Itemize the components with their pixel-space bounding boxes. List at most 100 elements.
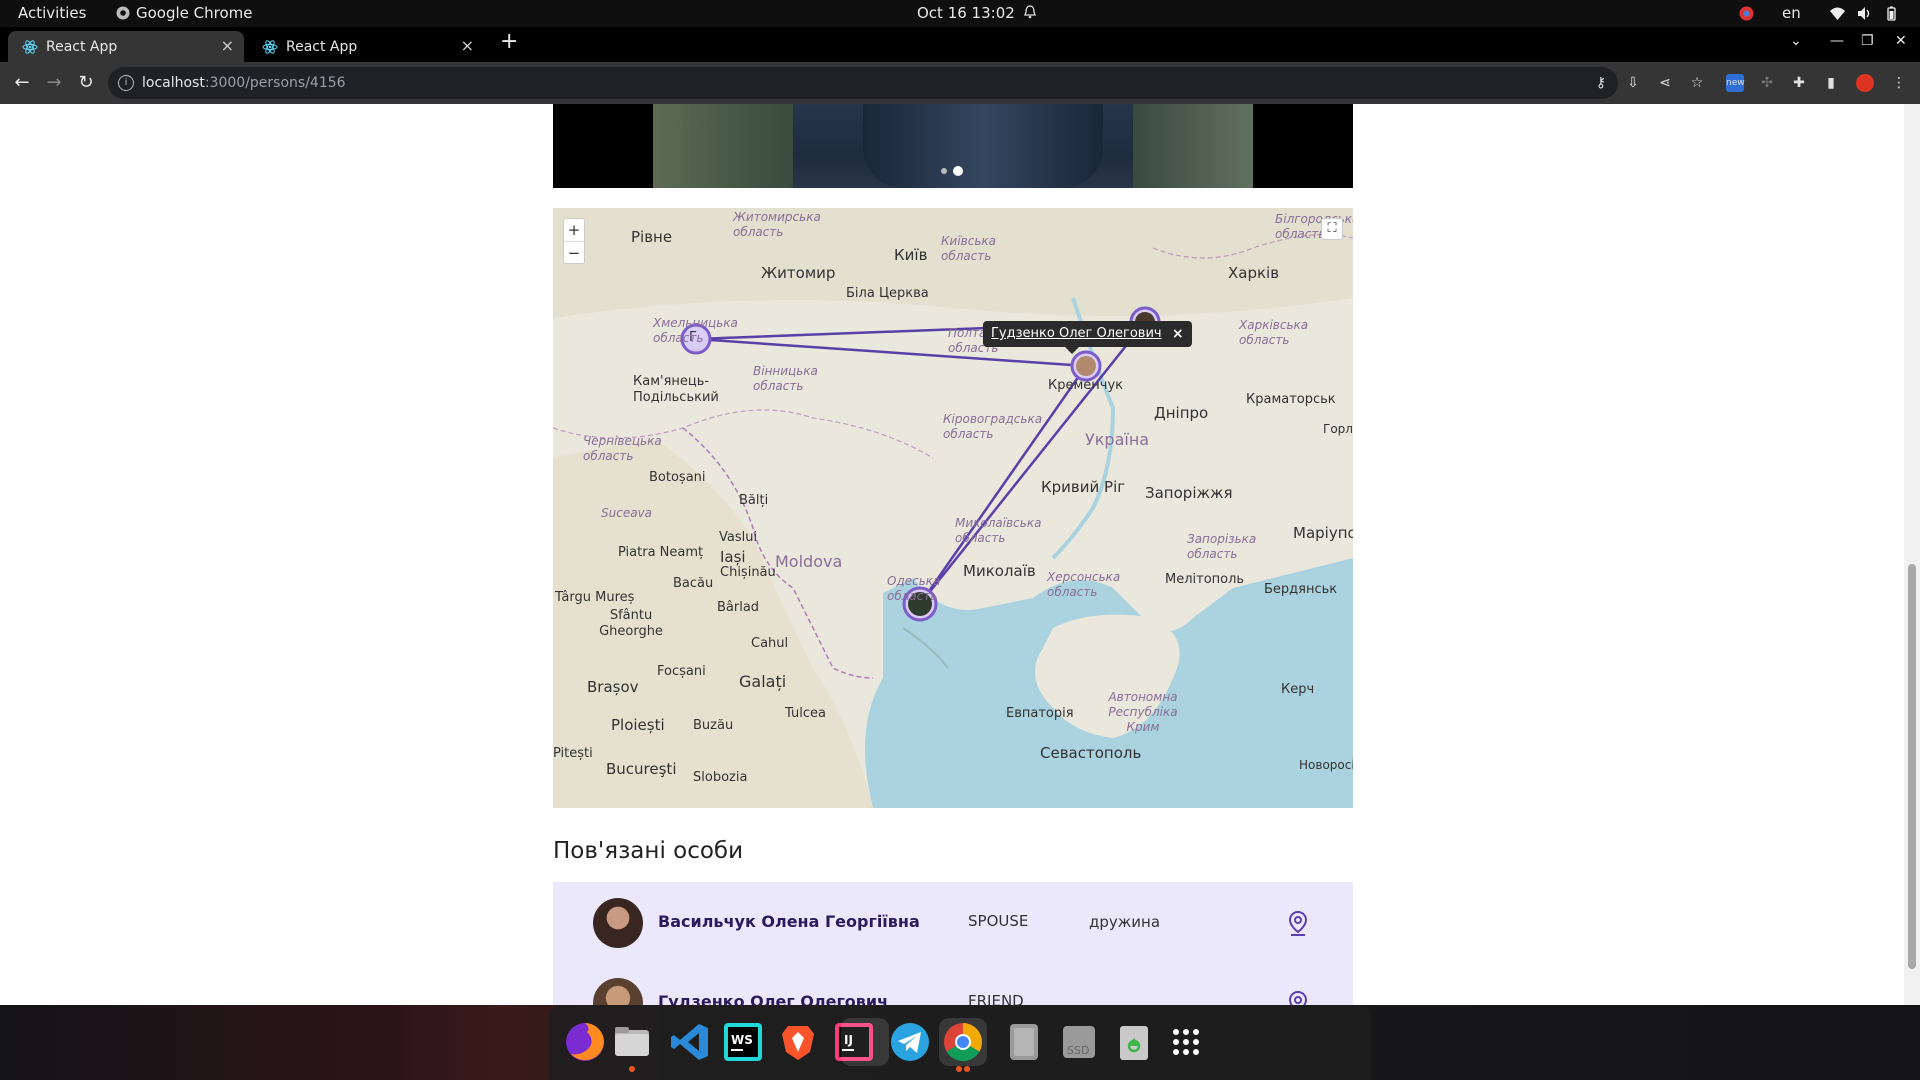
map-city-label: Slobozia xyxy=(693,770,748,785)
files-icon[interactable] xyxy=(608,1018,656,1072)
map-region-label: Вінницька область xyxy=(753,364,818,393)
relation-description: дружина xyxy=(1089,913,1161,931)
chrome-icon[interactable] xyxy=(939,1018,987,1072)
language-indicator[interactable]: en xyxy=(1782,4,1801,22)
telegram-icon[interactable] xyxy=(886,1018,934,1066)
tab-react-app-1[interactable]: React App × xyxy=(8,31,244,62)
fullscreen-button[interactable]: ⛶ xyxy=(1321,218,1343,240)
brave-icon[interactable] xyxy=(774,1018,822,1066)
map-region-label: Одеська область xyxy=(887,574,941,603)
map-city-label: Târgu Mureș xyxy=(555,590,635,605)
tab-search-icon[interactable]: ⌄ xyxy=(1790,33,1802,49)
map-city-label: Краматорськ xyxy=(1246,392,1336,407)
avatar xyxy=(593,898,643,948)
app-grid-icon[interactable] xyxy=(1162,1018,1210,1066)
map-city-label: Кривий Ріг xyxy=(1041,478,1126,496)
relations-map[interactable]: Г Рівне Житомир Київ Біла Церква Харків … xyxy=(553,208,1353,808)
side-panel-icon[interactable]: ▮ xyxy=(1822,74,1840,92)
password-key-icon[interactable]: ⚷ xyxy=(1592,74,1610,92)
map-city-label: Ploiești xyxy=(611,716,665,734)
map-city-label: Tulcea xyxy=(785,706,826,721)
extension-new-icon[interactable]: new xyxy=(1726,74,1745,92)
map-city-label: Chișinău xyxy=(720,565,776,580)
profile-avatar-icon[interactable] xyxy=(1856,74,1874,92)
map-region-label: Київська область xyxy=(941,234,996,263)
chrome-menu-icon[interactable]: ⋮ xyxy=(1890,74,1908,92)
address-bar[interactable]: i localhost:3000/persons/4156 xyxy=(108,67,1618,99)
related-person-row[interactable]: Гудзенко Олег Олегович FRIEND xyxy=(553,962,1353,1005)
site-info-icon[interactable]: i xyxy=(118,75,134,91)
maximize-icon[interactable]: ❐ xyxy=(1861,33,1874,49)
related-person-name[interactable]: Васильчук Олена Георгіївна xyxy=(658,912,920,931)
map-city-label: Житомир xyxy=(761,264,836,282)
extensions-puzzle-icon[interactable]: ✚ xyxy=(1790,74,1808,92)
map-city-label: Кам'янець-Подільський xyxy=(633,374,719,405)
tab-strip: React App × React App × + ⌄ — ❐ ✕ xyxy=(0,27,1920,62)
forward-icon[interactable]: → xyxy=(44,73,64,93)
dock: WS IJ SSD xyxy=(549,1005,1371,1080)
chrome-icon-bg xyxy=(841,1018,889,1066)
person-photo-carousel[interactable] xyxy=(553,104,1353,188)
map-city-label: Харків xyxy=(1228,264,1280,282)
system-top-bar: Activities Google Chrome Oct 16 13:02 en xyxy=(0,0,1920,27)
wifi-icon[interactable] xyxy=(1830,6,1845,21)
notification-bell-icon[interactable] xyxy=(1024,5,1036,19)
popup-close-icon[interactable]: × xyxy=(1172,321,1184,347)
firefox-icon[interactable] xyxy=(561,1018,609,1066)
volume-icon[interactable] xyxy=(1857,6,1872,21)
share-icon[interactable]: ⋖ xyxy=(1656,74,1674,92)
activities-button[interactable]: Activities xyxy=(18,4,86,22)
popup-person-link[interactable]: Гудзенко Олег Олегович xyxy=(991,326,1162,341)
map-tiles xyxy=(553,208,1353,808)
disk-icon[interactable] xyxy=(1000,1018,1048,1066)
map-region-label: Миколаївська область xyxy=(955,516,1042,545)
svg-text:WS: WS xyxy=(731,1033,753,1047)
trash-icon[interactable] xyxy=(1110,1018,1158,1066)
svg-text:SSD: SSD xyxy=(1067,1044,1089,1057)
tab-react-app-2[interactable]: React App × xyxy=(248,31,484,62)
map-city-label: Vaslui xyxy=(719,530,758,545)
carousel-dot-active[interactable] xyxy=(953,166,963,176)
close-tab-icon[interactable]: × xyxy=(221,36,234,55)
extension-disabled-icon[interactable]: ✣ xyxy=(1758,74,1776,92)
map-city-label: Sfântu Gheorghe xyxy=(599,608,663,639)
scrollbar-thumb[interactable] xyxy=(1908,564,1916,969)
zoom-in-button[interactable]: + xyxy=(564,219,584,241)
reload-icon[interactable]: ↻ xyxy=(76,73,96,93)
minimize-icon[interactable]: — xyxy=(1830,33,1844,49)
close-tab-icon[interactable]: × xyxy=(461,36,474,55)
related-persons-list: Васильчук Олена Георгіївна SPOUSE дружин… xyxy=(553,882,1353,1005)
tab-title: React App xyxy=(46,38,118,55)
ssd-icon[interactable]: SSD xyxy=(1055,1018,1103,1066)
map-country-label: Moldova xyxy=(775,552,843,571)
vscode-icon[interactable] xyxy=(666,1018,714,1066)
battery-icon[interactable] xyxy=(1884,6,1899,21)
browser-toolbar: ← → ↻ i localhost:3000/persons/4156 ⚷ ⇩ … xyxy=(0,62,1920,104)
page-scrollbar[interactable] xyxy=(1904,104,1920,1005)
carousel-dot[interactable] xyxy=(941,168,947,174)
bookmark-star-icon[interactable]: ☆ xyxy=(1688,74,1706,92)
close-window-icon[interactable]: ✕ xyxy=(1895,33,1907,49)
map-city-label: Керч xyxy=(1281,682,1315,697)
chrome-indicator-icon[interactable] xyxy=(1739,6,1754,21)
webstorm-icon[interactable]: WS xyxy=(719,1018,767,1066)
url-path: :3000/persons/4156 xyxy=(204,75,346,91)
map-city-label: Cahul xyxy=(751,636,789,651)
zoom-out-button[interactable]: − xyxy=(564,241,584,263)
tab-title: React App xyxy=(286,38,358,55)
back-icon[interactable]: ← xyxy=(12,73,32,93)
map-city-label: Bacău xyxy=(673,576,714,591)
map-city-label: Запоріжжя xyxy=(1145,484,1233,502)
map-pin-icon[interactable] xyxy=(1287,910,1309,936)
clock[interactable]: Oct 16 13:02 xyxy=(917,4,1015,22)
map-pin-icon[interactable] xyxy=(1287,990,1309,1005)
new-tab-button[interactable]: + xyxy=(500,29,518,54)
map-city-label: Миколаїв xyxy=(963,562,1036,580)
react-favicon-icon xyxy=(22,40,38,54)
app-menu[interactable]: Google Chrome xyxy=(116,4,253,22)
page-viewport: Г Рівне Житомир Київ Біла Церква Харків … xyxy=(0,104,1904,1005)
map-city-label: Маріуполь xyxy=(1293,524,1353,542)
related-person-name[interactable]: Гудзенко Олег Олегович xyxy=(658,992,888,1005)
install-app-icon[interactable]: ⇩ xyxy=(1624,74,1642,92)
related-person-row[interactable]: Васильчук Олена Георгіївна SPOUSE дружин… xyxy=(553,882,1353,962)
